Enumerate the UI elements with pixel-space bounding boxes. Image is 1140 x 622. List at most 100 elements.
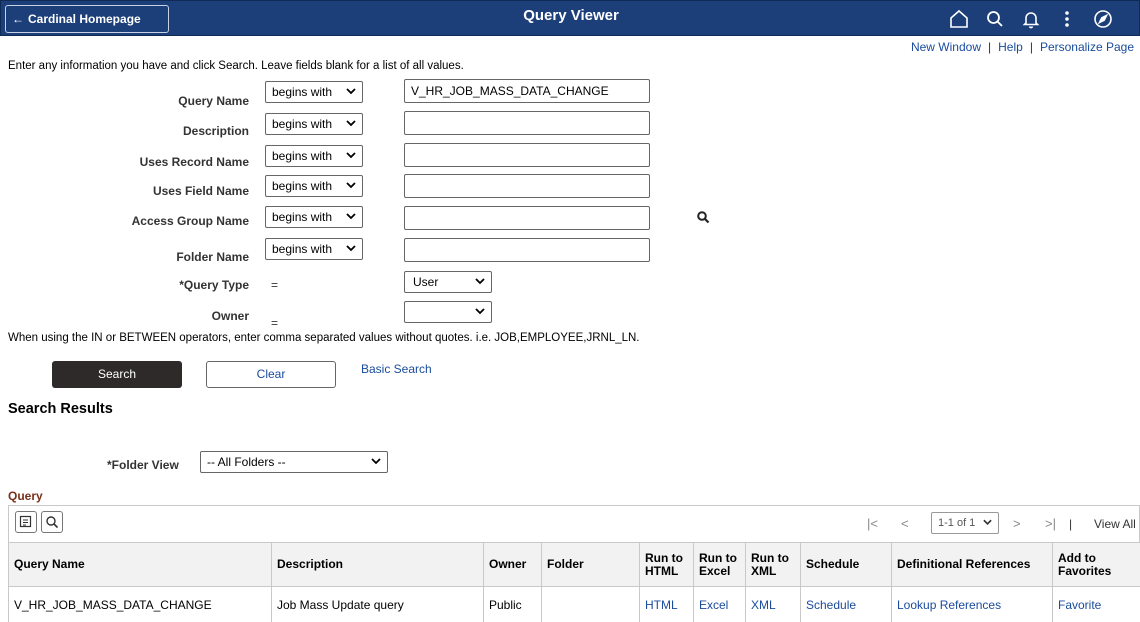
operator-value: begins with — [272, 210, 333, 224]
uses-field-name-operator-select[interactable]: begins with — [265, 175, 363, 197]
owner-operator: = — [271, 316, 279, 330]
query-type-select[interactable]: User — [404, 271, 492, 293]
column-header-schedule: Schedule — [800, 542, 892, 587]
column-header-description[interactable]: Description — [271, 542, 484, 587]
cell-description: Job Mass Update query — [271, 586, 484, 622]
prev-page-icon[interactable]: < — [901, 516, 909, 531]
grid-toolbar: |< < 1-1 of 1 > >| | View All — [8, 505, 1140, 542]
column-header-run-to-html: Run to HTML — [639, 542, 694, 587]
run-to-html-link[interactable]: HTML — [639, 586, 694, 622]
description-label: Description — [182, 124, 249, 138]
table-header-row: Query Name Description Owner Folder Run … — [8, 542, 1140, 587]
query-type-operator: = — [271, 278, 279, 292]
owner-label: Owner — [211, 309, 249, 323]
chevron-down-icon — [346, 182, 356, 189]
folder-name-operator-select[interactable]: begins with — [265, 238, 363, 260]
uses-record-name-label: Uses Record Name — [139, 155, 249, 169]
operator-value: begins with — [272, 179, 333, 193]
table-row: V_HR_JOB_MASS_DATA_CHANGE Job Mass Updat… — [8, 586, 1140, 622]
bell-icon[interactable] — [1019, 7, 1043, 31]
lookup-references-link[interactable]: Lookup References — [891, 586, 1053, 622]
clear-button[interactable]: Clear — [206, 361, 336, 388]
column-header-run-to-excel: Run to Excel — [693, 542, 746, 587]
column-header-owner[interactable]: Owner — [483, 542, 542, 587]
chevron-down-icon — [346, 213, 356, 220]
cell-owner: Public — [483, 586, 542, 622]
cell-folder — [541, 586, 640, 622]
chevron-down-icon — [475, 278, 485, 285]
query-results-table: Query Name Description Owner Folder Run … — [8, 542, 1140, 622]
column-header-definitional-references: Definitional References — [891, 542, 1053, 587]
grid-title: Query — [8, 489, 43, 503]
home-icon[interactable] — [947, 7, 971, 31]
chevron-down-icon — [346, 152, 356, 159]
search-instructions: Enter any information you have and click… — [8, 60, 464, 72]
basic-search-link[interactable]: Basic Search — [361, 362, 432, 376]
back-label: Cardinal Homepage — [28, 12, 141, 26]
uses-field-name-label: Uses Field Name — [152, 184, 249, 198]
column-header-add-to-favorites: Add to Favorites — [1052, 542, 1140, 587]
personalize-page-link[interactable]: Personalize Page — [1040, 40, 1134, 54]
search-button[interactable]: Search — [52, 361, 182, 388]
chevron-down-icon — [346, 120, 356, 127]
schedule-link[interactable]: Schedule — [800, 586, 892, 622]
operator-value: begins with — [272, 117, 333, 131]
help-link[interactable]: Help — [998, 40, 1023, 54]
more-icon[interactable] — [1055, 7, 1079, 31]
uses-field-name-input[interactable] — [404, 174, 650, 198]
operator-value: begins with — [272, 85, 333, 99]
description-operator-select[interactable]: begins with — [265, 113, 363, 135]
operator-value: begins with — [272, 149, 333, 163]
favorite-link[interactable]: Favorite — [1052, 586, 1140, 622]
folder-view-select[interactable]: -- All Folders -- — [200, 451, 388, 473]
access-group-name-label: Access Group Name — [131, 214, 249, 228]
operator-value: begins with — [272, 242, 333, 256]
page-title: Query Viewer — [523, 7, 619, 24]
description-input[interactable] — [404, 111, 650, 135]
query-type-label: *Query Type — [179, 278, 249, 292]
run-to-xml-link[interactable]: XML — [745, 586, 801, 622]
chevron-down-icon — [983, 519, 992, 525]
pagination-select[interactable]: 1-1 of 1 — [931, 512, 999, 534]
search-icon[interactable] — [983, 7, 1007, 31]
view-all-link[interactable]: View All — [1094, 517, 1136, 531]
folder-view-value: -- All Folders -- — [207, 455, 286, 469]
first-page-icon[interactable]: |< — [867, 516, 878, 531]
header-bar: ← Cardinal Homepage Query Viewer — [0, 0, 1140, 36]
column-header-query-name[interactable]: Query Name — [8, 542, 272, 587]
search-results-title: Search Results — [8, 401, 113, 417]
column-header-folder[interactable]: Folder — [541, 542, 640, 587]
owner-select[interactable] — [404, 301, 492, 323]
query-name-operator-select[interactable]: begins with — [265, 81, 363, 103]
folder-view-label: *Folder View — [107, 458, 179, 472]
folder-name-label: Folder Name — [176, 250, 249, 264]
grid-search-icon[interactable] — [41, 511, 63, 533]
access-group-name-operator-select[interactable]: begins with — [265, 206, 363, 228]
last-page-icon[interactable]: >| — [1045, 516, 1056, 531]
lookup-icon[interactable] — [696, 210, 710, 224]
pagination-value: 1-1 of 1 — [938, 517, 976, 529]
chevron-down-icon — [371, 458, 381, 465]
compass-icon[interactable] — [1091, 7, 1115, 31]
query-name-input[interactable]: V_HR_JOB_MASS_DATA_CHANGE — [404, 79, 650, 103]
query-type-value: User — [413, 275, 439, 289]
new-window-link[interactable]: New Window — [911, 40, 981, 54]
run-to-excel-link[interactable]: Excel — [693, 586, 746, 622]
operator-note: When using the IN or BETWEEN operators, … — [8, 332, 640, 344]
column-header-run-to-xml: Run to XML — [745, 542, 801, 587]
chevron-down-icon — [475, 308, 485, 315]
top-links: New Window | Help | Personalize Page — [911, 40, 1134, 54]
personalize-grid-icon[interactable] — [15, 511, 37, 533]
chevron-down-icon — [346, 88, 356, 95]
back-arrow-icon: ← — [12, 12, 24, 26]
chevron-down-icon — [346, 245, 356, 252]
folder-name-input[interactable] — [404, 238, 650, 262]
next-page-icon[interactable]: > — [1013, 516, 1021, 531]
access-group-name-input[interactable] — [404, 206, 650, 230]
link-separator: | — [1029, 40, 1033, 54]
uses-record-name-input[interactable] — [404, 143, 650, 167]
link-separator: | — [988, 40, 992, 54]
view-all-separator: | — [1069, 517, 1073, 531]
uses-record-name-operator-select[interactable]: begins with — [265, 145, 363, 167]
back-to-homepage-button[interactable]: ← Cardinal Homepage — [5, 5, 169, 33]
